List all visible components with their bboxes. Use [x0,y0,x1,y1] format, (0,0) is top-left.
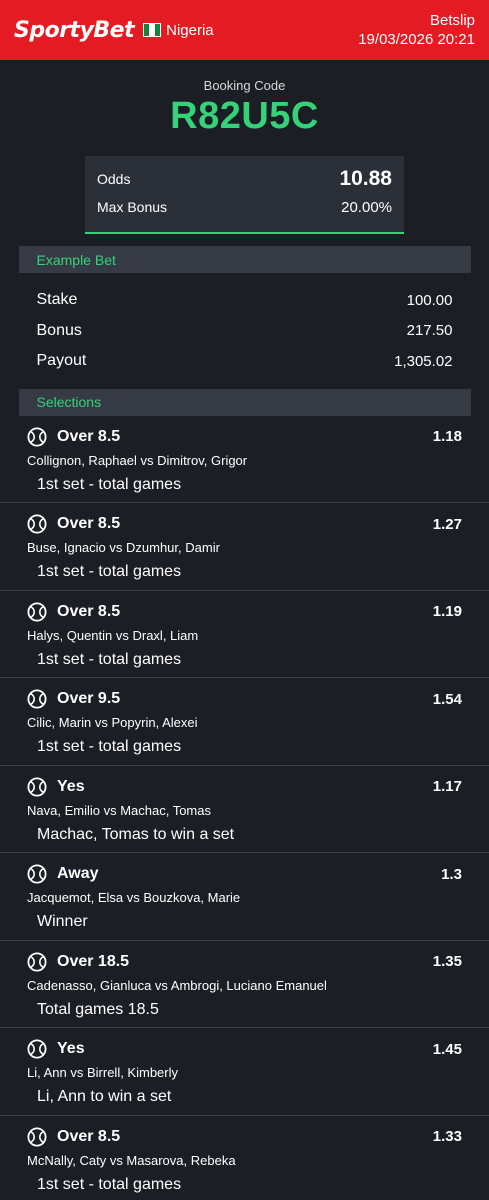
selection-pick: Yes [57,777,85,795]
selection-odd: 1.18 [432,428,462,445]
selections-list: Over 8.5 1.18 Collignon, Raphael vs Dimi… [0,416,489,1200]
nigeria-flag-icon [143,23,162,37]
selection-odd: 1.3 [441,865,462,883]
selection-odd: 1.17 [432,778,462,795]
selection-odd: 1.33 [432,1128,462,1145]
stake-value: 100.00 [406,291,453,309]
selection-pick: Over 8.5 [57,1127,121,1145]
header-info: Betslip 19/03/2026 20:21 [358,11,475,49]
selection-market: Winner [37,913,88,930]
selection-odd: 1.35 [432,953,462,970]
bonus-value: 217.50 [406,322,453,340]
selection-pick: Away [57,865,99,882]
selections-header: Selections [18,388,471,416]
country-label: Nigeria [166,21,214,39]
odds-value: 10.88 [339,167,392,190]
datetime: 19/03/2026 20:21 [358,31,475,48]
selection-market: 1st set - total games [37,563,182,580]
tennis-ball-icon [27,1126,47,1147]
selection-pick: Over 9.5 [57,690,121,707]
selection-market: Total games 18.5 [37,1000,159,1018]
selection-item[interactable]: Over 8.5 1.18 Collignon, Raphael vs Dimi… [0,416,489,503]
brand: SportyBet Nigeria [14,18,214,43]
stake-label: Stake [36,291,78,309]
selection-item[interactable]: Over 8.5 1.33 McNally, Caty vs Masarova,… [0,1116,489,1200]
selection-odd: 1.27 [432,515,462,533]
booking-code[interactable]: R82U5C [0,95,489,138]
payout-label: Payout [36,352,87,370]
selection-market: 1st set - total games [37,650,182,668]
selection-item[interactable]: Yes 1.45 Li, Ann vs Birrell, Kimberly Li… [0,1028,489,1116]
selection-pick: Over 8.5 [57,602,121,620]
app-header: SportyBet Nigeria Betslip 19/03/2026 20:… [0,0,489,60]
tennis-ball-icon [27,514,47,534]
tennis-ball-icon [27,951,47,972]
booking-code-label: Booking Code [203,78,286,93]
selection-match: Li, Ann vs Birrell, Kimberly [27,1065,178,1080]
tennis-ball-icon [27,426,47,447]
odds-summary: Odds 10.88 Max Bonus 20.00% [85,156,404,234]
selection-item[interactable]: Over 8.5 1.19 Halys, Quentin vs Draxl, L… [0,591,489,678]
stake-row: Stake 100.00 [37,285,453,316]
selection-item[interactable]: Away 1.3 Jacquemot, Elsa vs Bouzkova, Ma… [0,853,489,941]
selection-market: 1st set - total games [37,475,182,493]
max-bonus-value: 20.00% [341,198,392,216]
selection-item[interactable]: Over 18.5 1.35 Cadenasso, Gianluca vs Am… [0,941,489,1028]
booking-section: Booking Code R82U5C [0,60,489,138]
tennis-ball-icon [27,864,47,884]
max-bonus-label: Max Bonus [97,199,168,215]
selection-match: Halys, Quentin vs Draxl, Liam [27,627,199,643]
tennis-ball-icon [27,776,47,797]
max-bonus-row: Max Bonus 20.00% [97,192,392,222]
selection-match: Buse, Ignacio vs Dzumhur, Damir [27,540,220,555]
selection-match: McNally, Caty vs Masarova, Rebeka [27,1152,236,1168]
selection-market: Machac, Tomas to win a set [37,825,235,843]
bonus-label: Bonus [36,321,82,339]
sportybet-logo[interactable]: SportyBet [14,18,135,43]
selection-match: Jacquemot, Elsa vs Bouzkova, Marie [27,890,241,905]
selection-match: Collignon, Raphael vs Dimitrov, Grigor [27,452,248,468]
selection-match: Cilic, Marin vs Popyrin, Alexei [27,715,198,730]
selection-odd: 1.45 [432,1040,462,1058]
odds-row: Odds 10.88 [97,166,392,192]
selection-match: Cadenasso, Gianluca vs Ambrogi, Luciano … [27,977,327,993]
selection-pick: Over 8.5 [57,427,121,445]
page-title: Betslip [429,12,475,29]
odds-label: Odds [97,171,131,187]
selection-pick: Yes [57,1040,85,1057]
bonus-row: Bonus 217.50 [37,316,453,347]
selection-market: 1st set - total games [37,1175,182,1193]
tennis-ball-icon [27,601,47,622]
payout-value: 1,305.02 [394,352,453,370]
tennis-ball-icon [27,1039,47,1059]
example-bet: Stake 100.00 Bonus 217.50 Payout 1,305.0… [19,273,471,377]
selection-market: Li, Ann to win a set [37,1088,172,1105]
selection-pick: Over 8.5 [57,515,121,532]
selection-odd: 1.54 [432,690,462,708]
payout-row: Payout 1,305.02 [37,346,453,377]
selection-item[interactable]: Yes 1.17 Nava, Emilio vs Machac, Tomas M… [0,766,489,853]
tennis-ball-icon [27,689,47,709]
selection-match: Nava, Emilio vs Machac, Tomas [27,802,211,818]
selection-pick: Over 18.5 [57,952,130,970]
selection-odd: 1.19 [432,603,462,620]
example-bet-header: Example Bet [18,246,471,273]
selection-item[interactable]: Over 8.5 1.27 Buse, Ignacio vs Dzumhur, … [0,503,489,591]
selection-market: 1st set - total games [37,738,182,755]
selection-item[interactable]: Over 9.5 1.54 Cilic, Marin vs Popyrin, A… [0,678,489,766]
